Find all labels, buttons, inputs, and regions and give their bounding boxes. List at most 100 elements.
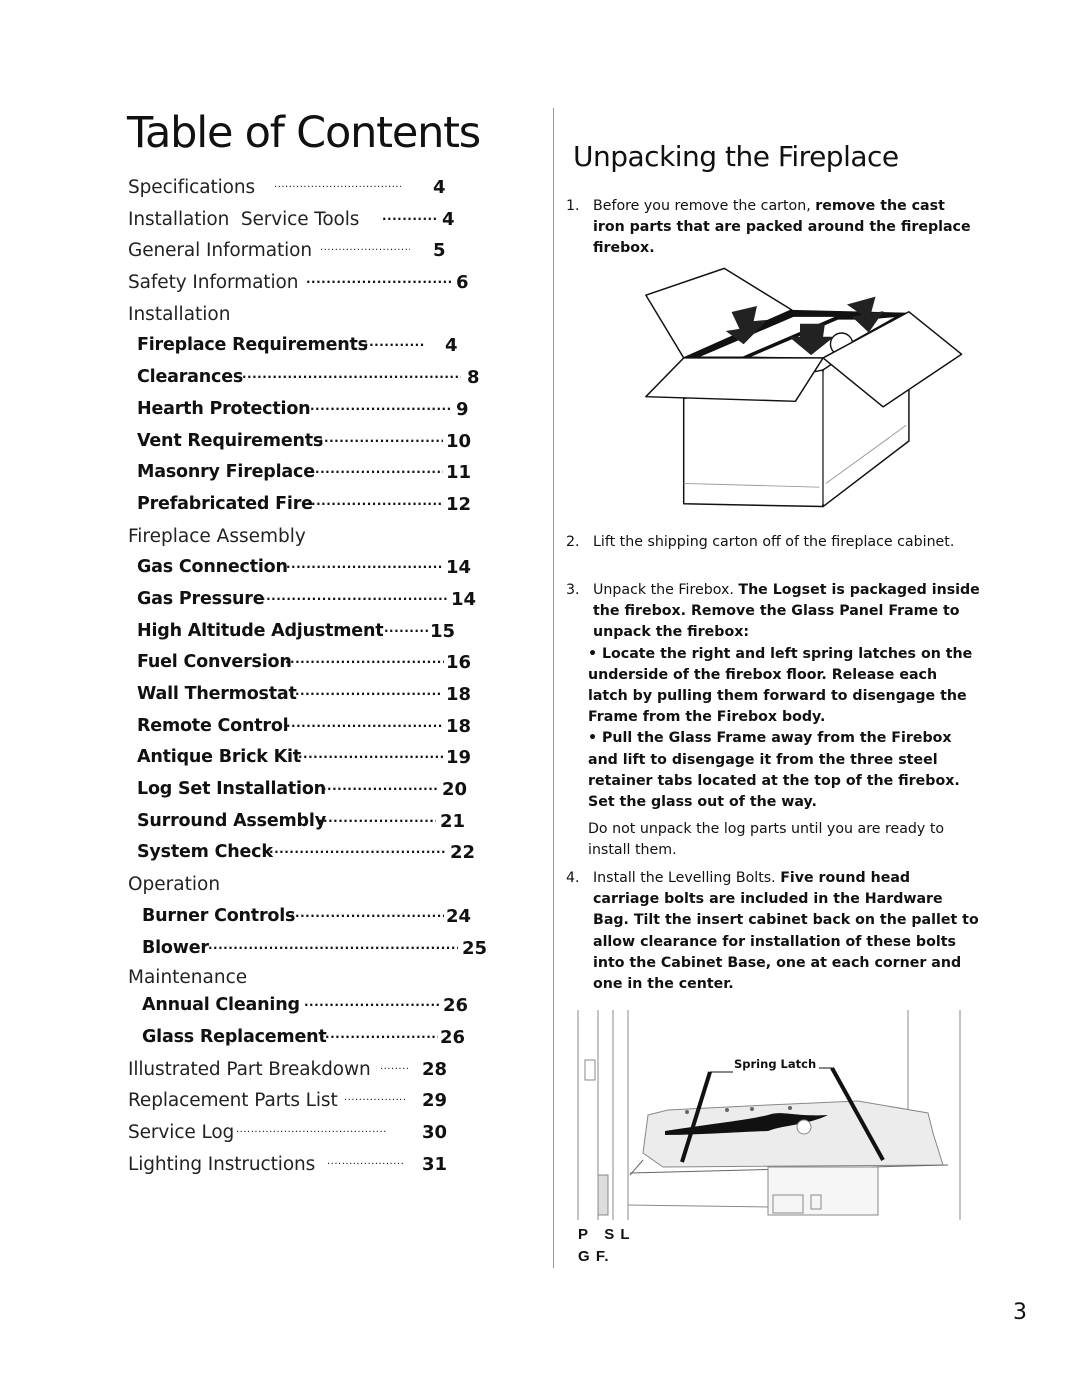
toc-title: Table of Contents bbox=[127, 108, 481, 158]
toc-entry-page: 11 bbox=[446, 462, 472, 484]
step-plain-text: Before you remove the carton, bbox=[593, 198, 816, 214]
step-number: 4. bbox=[566, 870, 580, 886]
toc-entry-label: General Information bbox=[128, 240, 312, 262]
toc-section-label: Operation bbox=[128, 874, 221, 896]
step-4: 4. Install the Levelling Bolts. Five rou… bbox=[566, 868, 981, 995]
dot-leader: ..................... bbox=[344, 1092, 406, 1104]
toc-entry-page: 12 bbox=[446, 493, 472, 515]
toc-entry-page: 29 bbox=[422, 1090, 448, 1112]
toc-entry-label: Hearth Protection bbox=[137, 398, 311, 419]
toc-entry-label: High Altitude Adjustment bbox=[137, 620, 384, 641]
toc-entry[interactable]: Surround Assembly ......................… bbox=[128, 806, 508, 838]
spring-latch-label: Spring Latch bbox=[731, 1057, 820, 1071]
toc-entry-page: 26 bbox=[440, 1026, 466, 1048]
toc-entry-label: Annual Cleaning bbox=[142, 995, 300, 1016]
step-text: Before you remove the carton, remove the… bbox=[593, 196, 981, 260]
toc-entry-page: 6 bbox=[456, 272, 469, 294]
dot-leader: ........................................… bbox=[310, 462, 443, 477]
open-carton-illustration bbox=[645, 267, 963, 508]
toc-entry[interactable]: General Information ....................… bbox=[128, 235, 508, 267]
toc-entry[interactable]: Prefabricated Fire .....................… bbox=[128, 489, 508, 521]
toc-entry-page: 10 bbox=[446, 430, 472, 452]
dot-leader: .................................. bbox=[320, 242, 410, 254]
toc-entry[interactable]: Fuel Conversion ........................… bbox=[128, 647, 508, 679]
dot-leader: ........................................ bbox=[322, 779, 439, 794]
toc-entry-label: Illustrated Part Breakdown bbox=[128, 1058, 371, 1080]
bullet-item: • Pull the Glass Frame away from the Fir… bbox=[588, 730, 960, 811]
dot-leader: ........................................… bbox=[290, 905, 444, 920]
toc-entry[interactable]: Annual Cleaning ........................… bbox=[128, 990, 508, 1022]
step-bold-text: Five round head carriage bolts are inclu… bbox=[593, 870, 979, 993]
toc-entry-page: 9 bbox=[456, 398, 469, 420]
dot-leader: ........................................… bbox=[306, 493, 443, 508]
step-number: 1. bbox=[566, 198, 580, 214]
toc-entry[interactable]: Illustrated Part Breakdown .......... 28 bbox=[128, 1054, 508, 1086]
toc-entry-label: Masonry Fireplace bbox=[137, 462, 315, 483]
dot-leader: .......................... bbox=[327, 1155, 403, 1167]
toc-entry[interactable]: Blower .................................… bbox=[128, 933, 508, 965]
step-1: 1. Before you remove the carton, remove … bbox=[566, 196, 981, 260]
toc-entry[interactable]: Replacement Parts List .................… bbox=[128, 1085, 508, 1117]
toc-entry[interactable]: Clearances .............................… bbox=[128, 362, 508, 394]
toc-entry-page: 14 bbox=[446, 557, 472, 579]
dot-leader: ........................................… bbox=[242, 367, 461, 382]
toc-entry[interactable]: Wall Thermostat ........................… bbox=[128, 679, 508, 711]
toc-entry-label: Vent Requirements bbox=[137, 430, 324, 451]
toc-entry[interactable]: Fireplace Requirements .................… bbox=[128, 330, 508, 362]
toc-entry[interactable]: Gas Pressure ...........................… bbox=[128, 584, 508, 616]
toc-entry-page: 25 bbox=[462, 937, 488, 959]
toc-entry[interactable]: Safety Information .....................… bbox=[128, 267, 508, 299]
toc-entry[interactable]: Masonry Fireplace ......................… bbox=[128, 457, 508, 489]
spring-latch-illustration bbox=[577, 1010, 961, 1220]
toc-section-label: Fireplace Assembly bbox=[128, 525, 306, 547]
step-plain-text: Install the Levelling Bolts. bbox=[593, 870, 781, 886]
column-divider bbox=[553, 108, 554, 1268]
dot-leader: .......... bbox=[380, 1060, 410, 1072]
dot-leader: ........................................… bbox=[256, 588, 448, 603]
dot-leader: ...................... bbox=[359, 335, 425, 350]
toc-entry[interactable]: Vent Requirements ......................… bbox=[128, 426, 508, 458]
toc-entry-page: 21 bbox=[440, 810, 466, 832]
bullet-item: • Locate the right and left spring latch… bbox=[588, 645, 973, 726]
toc-entry-label: Prefabricated Fire bbox=[137, 493, 313, 514]
toc-entry-label: Lighting Instructions bbox=[128, 1153, 316, 1175]
dot-leader: ........................................… bbox=[286, 715, 443, 730]
toc-entry[interactable]: System Check ...........................… bbox=[128, 837, 508, 869]
toc-entry[interactable]: Gas Connection .........................… bbox=[128, 552, 508, 584]
dot-leader: ............... bbox=[384, 620, 428, 635]
toc-entry-label: Installation Service Tools bbox=[128, 208, 360, 230]
table-of-contents: Specifications .........................… bbox=[128, 172, 508, 1180]
toc-section-heading: Installation bbox=[128, 299, 508, 331]
toc-entry-page: 5 bbox=[433, 240, 446, 262]
toc-section-label: Installation bbox=[128, 303, 231, 325]
dot-leader: ........................................… bbox=[295, 684, 443, 698]
toc-entry[interactable]: Burner Controls ........................… bbox=[128, 901, 508, 933]
toc-entry[interactable]: Antique Brick Kit ......................… bbox=[128, 742, 508, 774]
step-number: 3. bbox=[566, 582, 580, 598]
toc-entry[interactable]: Glass Replacement ......................… bbox=[128, 1022, 508, 1054]
toc-entry-label: Glass Replacement bbox=[142, 1026, 327, 1047]
toc-entry-label: Safety Information bbox=[128, 272, 299, 294]
toc-entry-label: Burner Controls bbox=[142, 905, 296, 926]
toc-entry-label: Blower bbox=[142, 937, 209, 958]
toc-entry[interactable]: Log Set Installation ...................… bbox=[128, 774, 508, 806]
toc-entry[interactable]: Installation Service Tools .............… bbox=[128, 204, 508, 236]
figure-code-line-2: G F. bbox=[578, 1248, 610, 1265]
toc-entry[interactable]: Lighting Instructions ..................… bbox=[128, 1149, 508, 1181]
toc-entry[interactable]: Hearth Protection ......................… bbox=[128, 394, 508, 426]
dot-leader: ........................................… bbox=[286, 557, 443, 572]
toc-entry-page: 26 bbox=[443, 995, 469, 1017]
toc-entry[interactable]: Service Log ............................… bbox=[128, 1117, 508, 1149]
dot-leader: ........................................… bbox=[236, 1123, 386, 1135]
dot-leader: ........................................… bbox=[310, 398, 450, 413]
dot-leader: ........................................… bbox=[264, 842, 446, 857]
toc-entry[interactable]: Remote Control .........................… bbox=[128, 711, 508, 743]
step-text: Lift the shipping carton off of the fire… bbox=[593, 534, 955, 550]
toc-entry-page: 24 bbox=[446, 905, 472, 927]
toc-entry-label: Service Log bbox=[128, 1121, 235, 1143]
dot-leader: ........................................… bbox=[304, 995, 440, 1010]
toc-entry-label: Gas Pressure bbox=[137, 588, 265, 609]
toc-entry[interactable]: High Altitude Adjustment ...............… bbox=[128, 616, 508, 648]
toc-entry-page: 19 bbox=[446, 747, 472, 769]
toc-entry[interactable]: Specifications .........................… bbox=[128, 172, 508, 204]
